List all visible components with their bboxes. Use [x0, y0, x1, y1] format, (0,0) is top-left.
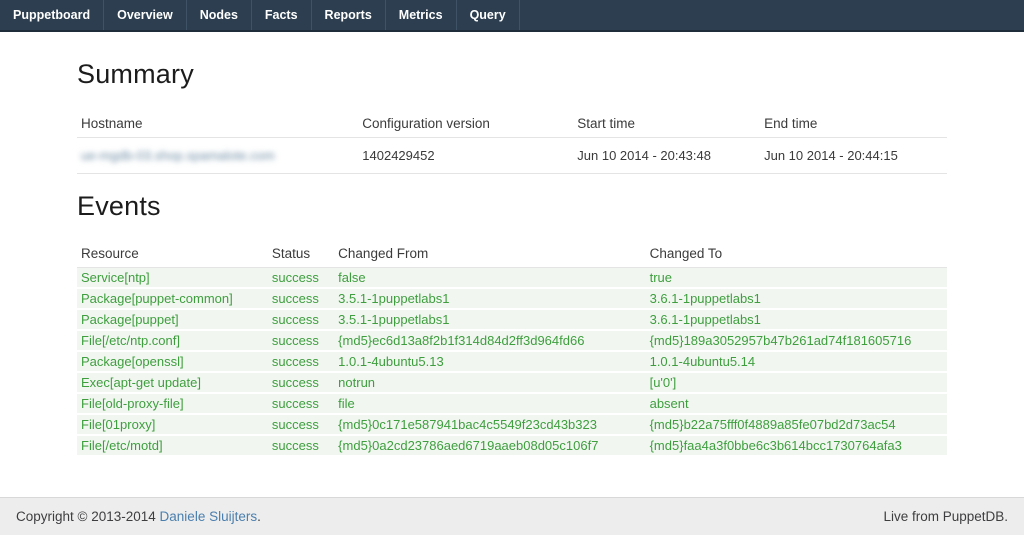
changed-from-cell: 3.5.1-1puppetlabs1: [334, 288, 645, 309]
top-navbar: Puppetboard Overview Nodes Facts Reports…: [0, 0, 1024, 32]
status-cell: success: [268, 414, 334, 435]
column-header-configuration-version: Configuration version: [358, 110, 573, 138]
changed-to-cell: [u'0']: [646, 372, 947, 393]
changed-to-cell: {md5}b22a75fff0f4889a85fe07bd2d73ac54: [646, 414, 947, 435]
config-version-cell: 1402429452: [358, 138, 573, 174]
changed-from-cell: 3.5.1-1puppetlabs1: [334, 309, 645, 330]
changed-to-cell: 3.6.1-1puppetlabs1: [646, 288, 947, 309]
table-row: File[/etc/motd] success {md5}0a2cd23786a…: [77, 435, 947, 456]
resource-cell: Exec[apt-get update]: [77, 372, 268, 393]
status-cell: success: [268, 288, 334, 309]
copyright-suffix: .: [257, 509, 261, 524]
status-cell: success: [268, 393, 334, 414]
navbar-brand-puppetboard[interactable]: Puppetboard: [0, 0, 104, 30]
changed-to-cell: 3.6.1-1puppetlabs1: [646, 309, 947, 330]
events-header-row: Resource Status Changed From Changed To: [77, 240, 947, 268]
copyright-text: Copyright © 2013-2014 Daniele Sluijters.: [16, 509, 261, 524]
status-cell: success: [268, 351, 334, 372]
status-cell: success: [268, 309, 334, 330]
changed-to-cell: {md5}faa4a3f0bbe6c3b614bcc1730764afa3: [646, 435, 947, 456]
copyright-prefix: Copyright © 2013-2014: [16, 509, 160, 524]
table-row: Package[openssl] success 1.0.1-4ubuntu5.…: [77, 351, 947, 372]
nav-item-facts[interactable]: Facts: [252, 0, 312, 30]
table-row: Package[puppet] success 3.5.1-1puppetlab…: [77, 309, 947, 330]
changed-to-cell: true: [646, 268, 947, 289]
summary-table: Hostname Configuration version Start tim…: [77, 110, 947, 174]
changed-from-cell: {md5}ec6d13a8f2b1f314d84d2ff3d964fd66: [334, 330, 645, 351]
summary-heading: Summary: [77, 59, 947, 90]
changed-from-cell: false: [334, 268, 645, 289]
table-row: Service[ntp] success false true: [77, 268, 947, 289]
end-time-cell: Jun 10 2014 - 20:44:15: [760, 138, 947, 174]
column-header-end-time: End time: [760, 110, 947, 138]
changed-from-cell: 1.0.1-4ubuntu5.13: [334, 351, 645, 372]
changed-from-cell: file: [334, 393, 645, 414]
nav-item-nodes[interactable]: Nodes: [187, 0, 252, 30]
start-time-cell: Jun 10 2014 - 20:43:48: [573, 138, 760, 174]
changed-from-cell: {md5}0c171e587941bac4c5549f23cd43b323: [334, 414, 645, 435]
table-row: Package[puppet-common] success 3.5.1-1pu…: [77, 288, 947, 309]
changed-to-cell: 1.0.1-4ubuntu5.14: [646, 351, 947, 372]
nav-item-overview[interactable]: Overview: [104, 0, 187, 30]
status-cell: success: [268, 330, 334, 351]
status-cell: success: [268, 372, 334, 393]
summary-header-row: Hostname Configuration version Start tim…: [77, 110, 947, 138]
resource-cell: Service[ntp]: [77, 268, 268, 289]
column-header-hostname: Hostname: [77, 110, 358, 138]
resource-cell: File[/etc/ntp.conf]: [77, 330, 268, 351]
column-header-status: Status: [268, 240, 334, 268]
nav-item-metrics[interactable]: Metrics: [386, 0, 457, 30]
resource-cell: File[old-proxy-file]: [77, 393, 268, 414]
changed-to-cell: {md5}189a3052957b47b261ad74f181605716: [646, 330, 947, 351]
author-link[interactable]: Daniele Sluijters: [160, 509, 258, 524]
resource-cell: Package[puppet]: [77, 309, 268, 330]
main-content: Summary Hostname Configuration version S…: [77, 59, 947, 457]
resource-cell: Package[puppet-common]: [77, 288, 268, 309]
table-row: File[01proxy] success {md5}0c171e587941b…: [77, 414, 947, 435]
page-footer: Copyright © 2013-2014 Daniele Sluijters.…: [0, 497, 1024, 535]
summary-row: ue-mgdb-03.shop.spamalote.com 1402429452…: [77, 138, 947, 174]
events-table: Resource Status Changed From Changed To …: [77, 240, 947, 457]
status-cell: success: [268, 268, 334, 289]
resource-cell: File[/etc/motd]: [77, 435, 268, 456]
table-row: Exec[apt-get update] success notrun [u'0…: [77, 372, 947, 393]
column-header-start-time: Start time: [573, 110, 760, 138]
changed-to-cell: absent: [646, 393, 947, 414]
column-header-changed-to: Changed To: [646, 240, 947, 268]
changed-from-cell: {md5}0a2cd23786aed6719aaeb08d05c106f7: [334, 435, 645, 456]
changed-from-cell: notrun: [334, 372, 645, 393]
hostname-cell: ue-mgdb-03.shop.spamalote.com: [77, 138, 358, 174]
puppetdb-status-text: Live from PuppetDB.: [883, 509, 1008, 524]
status-cell: success: [268, 435, 334, 456]
table-row: File[/etc/ntp.conf] success {md5}ec6d13a…: [77, 330, 947, 351]
column-header-resource: Resource: [77, 240, 268, 268]
column-header-changed-from: Changed From: [334, 240, 645, 268]
hostname-link-redacted[interactable]: ue-mgdb-03.shop.spamalote.com: [81, 148, 275, 163]
table-row: File[old-proxy-file] success file absent: [77, 393, 947, 414]
resource-cell: Package[openssl]: [77, 351, 268, 372]
nav-item-query[interactable]: Query: [457, 0, 520, 30]
nav-item-reports[interactable]: Reports: [312, 0, 386, 30]
events-heading: Events: [77, 191, 947, 222]
resource-cell: File[01proxy]: [77, 414, 268, 435]
